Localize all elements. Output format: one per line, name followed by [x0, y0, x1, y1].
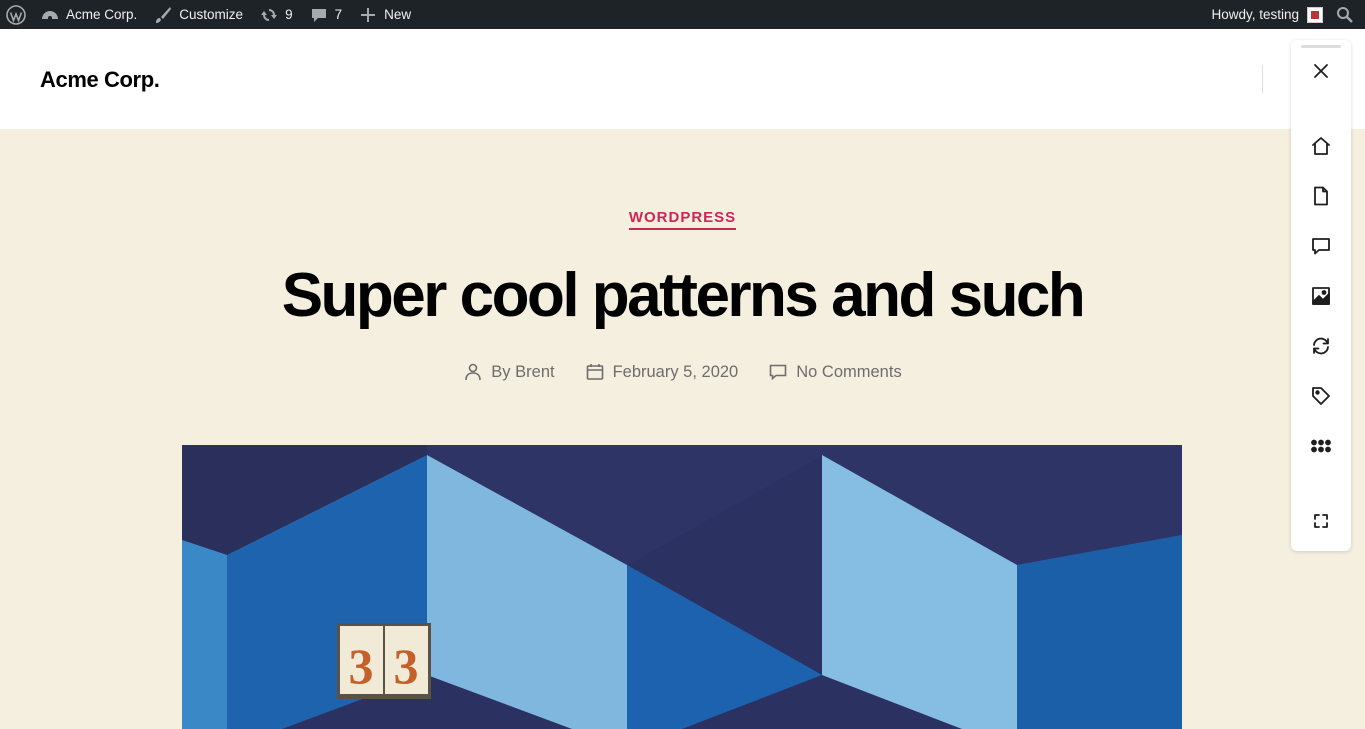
tile-number-right: 3: [394, 638, 419, 694]
header-divider: [1262, 65, 1263, 93]
updates-link[interactable]: 9: [251, 0, 301, 29]
site-header: Acme Corp.: [0, 29, 1365, 129]
customize-label: Customize: [179, 7, 244, 22]
close-icon: [1314, 64, 1328, 78]
brush-icon: [156, 6, 172, 23]
plus-icon: [361, 7, 376, 22]
comment-bubble-icon: [311, 8, 326, 22]
post-comments[interactable]: No Comments: [768, 362, 902, 382]
post-title: Super cool patterns and such: [281, 261, 1086, 330]
tag-icon: [1312, 387, 1330, 405]
comments-link[interactable]: 7: [301, 0, 351, 29]
admin-bar: Acme Corp. Customize 9 7 New Howdy, test…: [0, 0, 1365, 29]
toolbar-drag-handle[interactable]: [1301, 45, 1341, 48]
comment-icon: [1312, 238, 1330, 255]
person-icon: [465, 363, 482, 381]
avatar: [1307, 6, 1323, 23]
tile-number-left: 3: [349, 638, 374, 694]
calendar-icon: [586, 364, 603, 380]
more-icon: [1311, 439, 1331, 453]
comment-icon: [769, 364, 787, 381]
cube-pattern-image: 3 3: [182, 445, 1182, 729]
comments-label: No Comments: [796, 362, 902, 381]
howdy-label: Howdy, testing: [1211, 7, 1299, 22]
admin-search-button[interactable]: [1331, 0, 1365, 29]
home-icon: [1312, 137, 1330, 155]
toolbar-comment-button[interactable]: [1306, 231, 1336, 261]
site-name-label: Acme Corp.: [66, 7, 138, 22]
wordpress-logo-icon: [6, 4, 26, 25]
toolbar-media-button[interactable]: [1306, 281, 1336, 311]
featured-image: 3 3: [182, 445, 1182, 729]
post-meta: By Brent February 5, 2020 No Comments: [0, 362, 1365, 382]
post-date[interactable]: February 5, 2020: [585, 362, 739, 382]
customize-link[interactable]: Customize: [145, 0, 251, 29]
toolbar-close-button[interactable]: [1306, 56, 1336, 86]
wordpress-menu[interactable]: [0, 0, 32, 29]
floating-toolbar: [1291, 40, 1351, 551]
toolbar-updates-button[interactable]: [1306, 331, 1336, 361]
post-author[interactable]: By Brent: [463, 362, 555, 382]
dashboard-icon: [42, 10, 58, 20]
toolbar-tag-button[interactable]: [1306, 381, 1336, 411]
updates-count: 9: [285, 7, 293, 22]
site-name-menu[interactable]: Acme Corp.: [32, 0, 145, 29]
fullscreen-icon: [1314, 514, 1328, 528]
update-icon: [261, 8, 278, 21]
site-title[interactable]: Acme Corp.: [40, 67, 160, 93]
my-account-menu[interactable]: Howdy, testing: [1203, 0, 1331, 29]
search-icon: [1337, 6, 1353, 23]
toolbar-more-button[interactable]: [1306, 431, 1336, 461]
comments-count: 7: [334, 7, 343, 22]
author-label: By Brent: [491, 362, 555, 381]
toolbar-fullscreen-button[interactable]: [1306, 506, 1336, 536]
toolbar-page-button[interactable]: [1306, 181, 1336, 211]
category-link[interactable]: WORDPRESS: [628, 209, 737, 230]
image-icon: [1312, 287, 1330, 305]
toolbar-home-button[interactable]: [1306, 131, 1336, 161]
date-label: February 5, 2020: [612, 362, 739, 381]
update-icon: [1313, 337, 1329, 355]
new-label: New: [384, 7, 412, 22]
new-content-menu[interactable]: New: [350, 0, 419, 29]
post-category: WORDPRESS: [0, 209, 1365, 230]
page-icon: [1314, 186, 1328, 206]
